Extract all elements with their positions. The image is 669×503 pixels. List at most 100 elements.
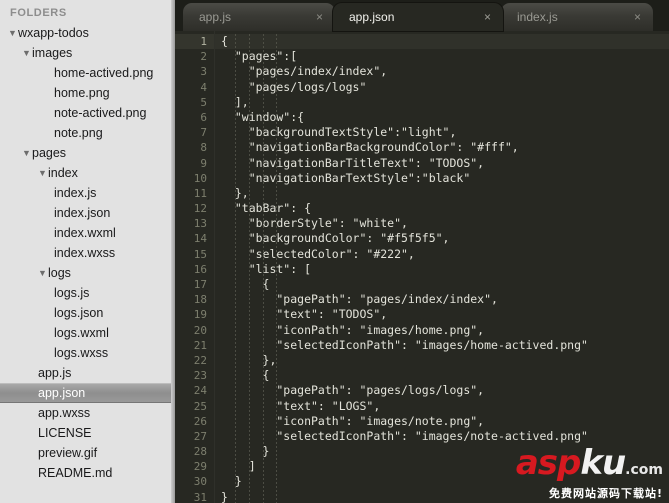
- code-line[interactable]: }: [215, 444, 669, 459]
- line-number: 6: [200, 110, 207, 124]
- tree-item-label: logs.json: [54, 306, 104, 320]
- line-number: 21: [193, 338, 207, 352]
- code-line[interactable]: "pages/logs/logs": [215, 80, 669, 95]
- disclosure-triangle-icon[interactable]: ▼: [22, 143, 32, 163]
- tab-title: index.js: [517, 10, 558, 24]
- tree-item-label: wxapp-todos: [18, 26, 89, 40]
- tree-item-label: README.md: [38, 466, 113, 480]
- tree-item-label: logs.wxml: [54, 326, 109, 340]
- tree-item-home-png[interactable]: home.png: [0, 83, 175, 103]
- tree-item-logs-json[interactable]: logs.json: [0, 303, 175, 323]
- code-line[interactable]: "navigationBarBackgroundColor": "#fff",: [215, 140, 669, 155]
- tree-item-logs-wxss[interactable]: logs.wxss: [0, 343, 175, 363]
- tree-item-label: index.json: [54, 206, 111, 220]
- code-line[interactable]: "selectedColor": "#222",: [215, 247, 669, 262]
- tree-item-label: app.js: [38, 366, 72, 380]
- disclosure-triangle-icon[interactable]: ▼: [38, 263, 48, 283]
- tab-index-js[interactable]: index.js ×: [501, 3, 653, 31]
- code-line[interactable]: "borderStyle": "white",: [215, 216, 669, 231]
- tree-item-wxapp-todos[interactable]: ▼wxapp-todos: [0, 23, 175, 43]
- code-line[interactable]: "list": [: [215, 262, 669, 277]
- code-line[interactable]: "backgroundColor": "#f5f5f5",: [215, 231, 669, 246]
- code-line[interactable]: ],: [215, 95, 669, 110]
- editor-pane: app.js × app.json × index.js × 1 2 3 4 5 6 7 8 9 10 11 1…: [175, 0, 669, 503]
- tree-item-label: index.wxss: [54, 246, 116, 260]
- tree-item-home-actived-png[interactable]: home-actived.png: [0, 63, 175, 83]
- code-line[interactable]: }: [215, 490, 669, 503]
- tab-app-js[interactable]: app.js ×: [183, 3, 335, 31]
- disclosure-triangle-icon[interactable]: ▼: [22, 43, 32, 63]
- tree-item-index-wxss[interactable]: index.wxss: [0, 243, 175, 263]
- code-line[interactable]: "navigationBarTitleText": "TODOS",: [215, 156, 669, 171]
- tree-item-logs-js[interactable]: logs.js: [0, 283, 175, 303]
- code-line[interactable]: "selectedIconPath": "images/note-actived…: [215, 429, 669, 444]
- disclosure-triangle-icon[interactable]: ▼: [8, 23, 18, 43]
- line-number: 4: [200, 80, 207, 94]
- code-line[interactable]: "text": "LOGS",: [215, 399, 669, 414]
- code-area[interactable]: 1 2 3 4 5 6 7 8 9 10 11 12 13 14 15 16 17 18 19 20 21 22 23 24 2…: [175, 31, 669, 503]
- tree-item-preview-gif[interactable]: preview.gif: [0, 443, 175, 463]
- tree-item-label: LICENSE: [38, 426, 92, 440]
- disclosure-triangle-icon[interactable]: ▼: [38, 163, 48, 183]
- tree-item-app-json[interactable]: app.json: [0, 383, 175, 403]
- line-number: 12: [193, 202, 207, 216]
- file-tree-sidebar: FOLDERS ▼wxapp-todos ▼images home-actived.…: [0, 0, 175, 503]
- code-content[interactable]: { "pages":[ "pages/index/index", "pages/…: [215, 31, 669, 503]
- tree-item-label: logs: [48, 266, 71, 280]
- code-line[interactable]: ]: [215, 459, 669, 474]
- line-number: 24: [193, 384, 207, 398]
- tab-close-icon[interactable]: ×: [316, 11, 323, 23]
- tree-item-app-js[interactable]: app.js: [0, 363, 175, 383]
- code-line[interactable]: },: [215, 186, 669, 201]
- code-line[interactable]: },: [215, 353, 669, 368]
- code-line[interactable]: "backgroundTextStyle":"light",: [215, 125, 669, 140]
- line-number: 27: [193, 429, 207, 443]
- code-line[interactable]: "pagePath": "pages/logs/logs",: [215, 383, 669, 398]
- code-line[interactable]: }: [215, 474, 669, 489]
- tree-item-readme-md[interactable]: README.md: [0, 463, 175, 483]
- code-line[interactable]: "pages":[: [215, 49, 669, 64]
- tab-close-icon[interactable]: ×: [634, 11, 641, 23]
- line-number: 18: [193, 293, 207, 307]
- line-number: 25: [193, 399, 207, 413]
- code-line[interactable]: {: [215, 368, 669, 383]
- code-line[interactable]: "navigationBarTextStyle":"black": [215, 171, 669, 186]
- code-line[interactable]: "text": "TODOS",: [215, 307, 669, 322]
- tree-item-index-js[interactable]: index.js: [0, 183, 175, 203]
- line-number: 10: [193, 171, 207, 185]
- folders-header: FOLDERS: [10, 7, 67, 19]
- tree-item-license[interactable]: LICENSE: [0, 423, 175, 443]
- tree-item-pages[interactable]: ▼pages: [0, 143, 175, 163]
- tab-app-json[interactable]: app.json ×: [333, 3, 503, 31]
- tree-item-label: note.png: [54, 126, 103, 140]
- code-line[interactable]: {: [215, 34, 669, 50]
- file-tree: ▼wxapp-todos ▼images home-actived.png home.…: [0, 23, 175, 483]
- line-number: 1: [175, 34, 214, 50]
- code-line[interactable]: "pagePath": "pages/index/index",: [215, 292, 669, 307]
- line-number: 13: [193, 217, 207, 231]
- tree-item-logs[interactable]: ▼logs: [0, 263, 175, 283]
- code-line[interactable]: "iconPath": "images/note.png",: [215, 414, 669, 429]
- tree-item-note-png[interactable]: note.png: [0, 123, 175, 143]
- code-line[interactable]: "tabBar": {: [215, 201, 669, 216]
- code-line[interactable]: "iconPath": "images/home.png",: [215, 323, 669, 338]
- code-line[interactable]: "selectedIconPath": "images/home-actived…: [215, 338, 669, 353]
- tree-item-logs-wxml[interactable]: logs.wxml: [0, 323, 175, 343]
- tree-item-label: logs.wxss: [54, 346, 109, 360]
- code-line[interactable]: "pages/index/index",: [215, 64, 669, 79]
- tree-item-label: logs.js: [54, 286, 90, 300]
- line-number: 23: [193, 369, 207, 383]
- tree-item-index-wxml[interactable]: index.wxml: [0, 223, 175, 243]
- tree-item-app-wxss[interactable]: app.wxss: [0, 403, 175, 423]
- tab-close-icon[interactable]: ×: [484, 11, 491, 23]
- code-line[interactable]: {: [215, 277, 669, 292]
- tree-item-note-actived-png[interactable]: note-actived.png: [0, 103, 175, 123]
- line-number-gutter: 1 2 3 4 5 6 7 8 9 10 11 12 13 14 15 16 17 18 19 20 21 22 23 24 2…: [175, 31, 215, 503]
- code-line[interactable]: "window":{: [215, 110, 669, 125]
- tree-item-index[interactable]: ▼index: [0, 163, 175, 183]
- line-number: 3: [200, 65, 207, 79]
- line-number: 29: [193, 460, 207, 474]
- tree-item-index-json[interactable]: index.json: [0, 203, 175, 223]
- line-number: 16: [193, 262, 207, 276]
- tree-item-images[interactable]: ▼images: [0, 43, 175, 63]
